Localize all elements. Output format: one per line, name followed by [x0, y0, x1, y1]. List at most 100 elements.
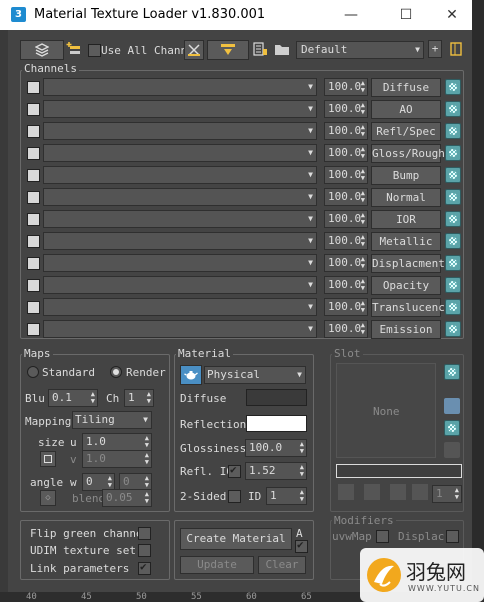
channel-amount-spinner[interactable]: 100.0 ▲ ▼: [324, 144, 368, 162]
render-radio[interactable]: [110, 366, 122, 378]
channel-map-button[interactable]: Opacity: [371, 276, 441, 295]
blend-spinner[interactable]: 0.05 ▲ ▼: [102, 489, 152, 507]
cut-button[interactable]: [184, 40, 204, 60]
channel-map-button[interactable]: Metallic: [371, 232, 441, 251]
material-id-spinner[interactable]: 1 ▲ ▼: [266, 487, 307, 505]
mapping-dropdown[interactable]: Tiling ▼: [72, 411, 152, 429]
channel-enable-checkbox[interactable]: [27, 169, 40, 182]
material-type-icon-button[interactable]: [180, 365, 202, 385]
channel-enable-checkbox[interactable]: [27, 147, 40, 160]
create-material-button[interactable]: Create Material: [180, 528, 292, 550]
channel-map-button[interactable]: Normal: [371, 188, 441, 207]
layers-button[interactable]: [20, 40, 64, 60]
channel-texture-dropdown[interactable]: ▼: [43, 122, 317, 140]
udim-checkbox[interactable]: [138, 544, 151, 557]
refl-ior-checkbox[interactable]: [228, 463, 241, 478]
channel-checker-icon[interactable]: [445, 101, 461, 117]
slot-name-field[interactable]: [336, 464, 462, 478]
channel-enable-checkbox[interactable]: [27, 235, 40, 248]
material-type-dropdown[interactable]: Physical ▼: [204, 366, 306, 384]
channel-map-button[interactable]: IOR: [371, 210, 441, 229]
store-material-icon[interactable]: [364, 484, 380, 500]
close-button[interactable]: ✕: [437, 4, 467, 26]
channel-texture-dropdown[interactable]: ▼: [43, 232, 317, 250]
two-sided-checkbox[interactable]: [228, 490, 241, 503]
clear-button[interactable]: Clear: [258, 556, 306, 574]
slot-checker-icon[interactable]: [444, 364, 460, 380]
channel-amount-spinner[interactable]: 100.0 ▲ ▼: [324, 210, 368, 228]
channel-map-button[interactable]: Emission: [371, 320, 441, 339]
channel-amount-spinner[interactable]: 100.0 ▲ ▼: [324, 122, 368, 140]
channel-enable-checkbox[interactable]: [27, 81, 40, 94]
add-layer-icon[interactable]: [66, 41, 82, 57]
link-parameters-checkbox[interactable]: [138, 560, 151, 575]
channel-enable-checkbox[interactable]: [27, 301, 40, 314]
uvwmap-checkbox[interactable]: [376, 530, 389, 543]
channel-checker-icon[interactable]: [445, 145, 461, 161]
channel-texture-dropdown[interactable]: ▼: [43, 254, 317, 272]
channel-texture-dropdown[interactable]: ▼: [43, 100, 317, 118]
channel-enable-checkbox[interactable]: [27, 213, 40, 226]
channel-checker-icon[interactable]: [445, 321, 461, 337]
channel-enable-checkbox[interactable]: [27, 125, 40, 138]
channel-enable-checkbox[interactable]: [27, 279, 40, 292]
channel-checker-icon[interactable]: [445, 299, 461, 315]
channel-map-button[interactable]: Diffuse: [371, 78, 441, 97]
auto-checkbox[interactable]: [295, 538, 308, 553]
map-channel-spinner[interactable]: 1 ▲ ▼: [124, 389, 154, 407]
pick-material-icon[interactable]: [338, 484, 354, 500]
channel-map-button[interactable]: Bump: [371, 166, 441, 185]
standard-radio[interactable]: [27, 366, 39, 378]
lock-uv-button[interactable]: [40, 451, 56, 467]
channel-enable-checkbox[interactable]: [27, 191, 40, 204]
channel-amount-spinner[interactable]: 100.0 ▲ ▼: [324, 166, 368, 184]
random-angle-button[interactable]: ◇: [40, 490, 56, 506]
clear-slot-icon[interactable]: [412, 484, 428, 500]
channel-checker-icon[interactable]: [445, 123, 461, 139]
channel-texture-dropdown[interactable]: ▼: [43, 210, 317, 228]
channel-texture-dropdown[interactable]: ▼: [43, 320, 317, 338]
channel-amount-spinner[interactable]: 100.0 ▲ ▼: [324, 320, 368, 338]
channel-checker-icon[interactable]: [445, 167, 461, 183]
panel-toggle-icon[interactable]: [448, 40, 464, 58]
preset-dropdown[interactable]: Default ▼: [296, 41, 424, 59]
flip-green-checkbox[interactable]: [138, 527, 151, 540]
channel-enable-checkbox[interactable]: [27, 257, 40, 270]
channel-amount-spinner[interactable]: 100.0 ▲ ▼: [324, 78, 368, 96]
channel-checker-icon[interactable]: [445, 79, 461, 95]
refl-ior-spinner[interactable]: 1.52 ▲ ▼: [245, 462, 307, 480]
size-u-spinner[interactable]: 1.0 ▲ ▼: [82, 433, 152, 451]
blur-spinner[interactable]: 0.1 ▲ ▼: [48, 389, 98, 407]
render-icon[interactable]: [390, 484, 406, 500]
list-icon[interactable]: [252, 41, 268, 57]
slot-preview[interactable]: None: [336, 363, 436, 458]
slot-map-icon[interactable]: [444, 420, 460, 436]
maximize-button[interactable]: ☐: [391, 4, 421, 26]
slot-counter-spinner[interactable]: 1 ▲ ▼: [432, 485, 462, 503]
use-all-channels-checkbox[interactable]: [88, 44, 101, 57]
displace-checkbox[interactable]: [446, 530, 459, 543]
channel-amount-spinner[interactable]: 100.0 ▲ ▼: [324, 100, 368, 118]
channel-texture-dropdown[interactable]: ▼: [43, 188, 317, 206]
channel-map-button[interactable]: Refl/Spec: [371, 122, 441, 141]
channel-checker-icon[interactable]: [445, 277, 461, 293]
channel-enable-checkbox[interactable]: [27, 323, 40, 336]
reflection-color-swatch[interactable]: [246, 415, 307, 432]
channel-amount-spinner[interactable]: 100.0 ▲ ▼: [324, 188, 368, 206]
collapse-button[interactable]: [207, 40, 249, 60]
folder-icon[interactable]: [274, 41, 290, 57]
glossiness-spinner[interactable]: 100.0 ▲ ▼: [245, 439, 307, 457]
channel-checker-icon[interactable]: [445, 189, 461, 205]
channel-texture-dropdown[interactable]: ▼: [43, 298, 317, 316]
update-button[interactable]: Update: [180, 556, 254, 574]
channel-checker-icon[interactable]: [445, 233, 461, 249]
channel-map-button[interactable]: Displacment: [371, 254, 445, 273]
save-icon[interactable]: [444, 442, 460, 458]
hand-icon[interactable]: [444, 398, 460, 414]
size-v-spinner[interactable]: 1.0 ▲ ▼: [82, 450, 152, 468]
channel-map-button[interactable]: AO: [371, 100, 441, 119]
channel-amount-spinner[interactable]: 100.0 ▲ ▼: [324, 298, 368, 316]
channel-checker-icon[interactable]: [445, 255, 461, 271]
channel-texture-dropdown[interactable]: ▼: [43, 166, 317, 184]
channel-texture-dropdown[interactable]: ▼: [43, 276, 317, 294]
